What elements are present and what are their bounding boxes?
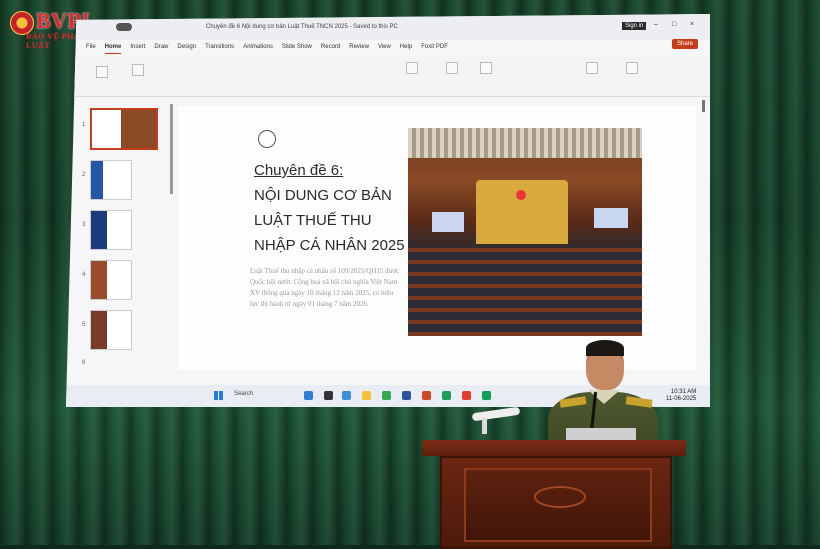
podium-panel (464, 468, 652, 542)
tab-file[interactable]: File (86, 44, 96, 54)
shapes-icon[interactable] (446, 62, 458, 74)
paste-icon[interactable] (96, 66, 108, 78)
slide-title-line: Chuyên đề 6: (254, 162, 344, 179)
slide-thumbnail[interactable] (90, 108, 158, 150)
tab-record[interactable]: Record (321, 44, 340, 54)
app-icon[interactable] (304, 391, 313, 400)
slide-title-line: NHẬP CÁ NHÂN 2025 (254, 237, 405, 254)
chrome-icon[interactable] (482, 391, 491, 400)
edge-icon[interactable] (342, 391, 351, 400)
slide-scrollbar[interactable] (702, 100, 705, 112)
clock-time: 10:31 AM (670, 389, 697, 395)
windows-start-icon[interactable] (214, 391, 223, 400)
sign-in-button[interactable]: Sign in (622, 22, 647, 30)
slide-thumbnail[interactable] (90, 160, 132, 200)
maximize-icon[interactable]: □ (672, 21, 676, 28)
new-slide-icon[interactable] (132, 64, 144, 76)
find-icon[interactable] (586, 62, 598, 74)
national-emblem (516, 190, 526, 200)
hall-dome (408, 128, 642, 158)
assembly-hall-photo (408, 128, 642, 336)
file-explorer-icon[interactable] (362, 391, 371, 400)
tab-draw[interactable]: Draw (154, 44, 168, 54)
laptop (566, 428, 636, 440)
slide-thumbnail[interactable] (90, 210, 132, 250)
taskbar-search[interactable]: Search (234, 391, 253, 397)
slide-canvas[interactable]: Chuyên đề 6: NỘI DUNG CƠ BẢN LUẬT THUẾ T… (178, 106, 696, 370)
wooden-podium (422, 440, 686, 549)
slide-thumbnail[interactable] (90, 310, 132, 350)
thumbnail-number: 6 (82, 360, 86, 366)
thumbnail-number: 1 (82, 122, 86, 128)
slide-thumbnail[interactable] (90, 260, 132, 300)
tab-home[interactable]: Home (104, 44, 122, 54)
hall-screen-left (432, 212, 464, 232)
podium-carving (534, 486, 586, 508)
share-button[interactable]: Share (672, 39, 699, 49)
tab-help[interactable]: Help (400, 44, 412, 54)
slide-body-text: Luật Thuế thu nhập cá nhân số 109/2025/Q… (250, 267, 400, 308)
lamp-stem (482, 418, 487, 434)
font-color-icon[interactable] (406, 62, 418, 74)
app-icon[interactable] (324, 391, 333, 400)
slide-title: Chuyên đề 6: NỘI DUNG CƠ BẢN LUẬT THUẾ T… (254, 158, 414, 258)
add-ins-icon[interactable] (626, 62, 638, 74)
close-icon[interactable]: × (690, 21, 694, 28)
podium-top (422, 440, 686, 456)
arrange-icon[interactable] (480, 62, 492, 74)
tab-transitions[interactable]: Transitions (205, 44, 234, 54)
minimize-icon[interactable]: – (654, 21, 658, 28)
app-icon[interactable] (462, 391, 471, 400)
tab-foxit-pdf[interactable]: Foxit PDF (421, 44, 448, 54)
app-icon[interactable] (382, 391, 391, 400)
desk-lamp (471, 406, 524, 434)
thumbnail-number: 2 (82, 172, 86, 178)
thumbnail-number: 3 (82, 222, 86, 228)
powerpoint-icon[interactable] (422, 391, 431, 400)
thumbnail-scrollbar[interactable] (170, 104, 173, 194)
tab-design[interactable]: Design (177, 44, 196, 54)
thumbnail-number: 5 (82, 322, 86, 328)
tab-animations[interactable]: Animations (243, 44, 273, 54)
document-title: Chuyên đề 6 Nội dung cơ bản Luật Thuế TN… (206, 24, 398, 30)
thumbnail-number: 4 (82, 272, 86, 278)
clock-date: 11-06-2025 (666, 396, 697, 402)
word-icon[interactable] (402, 391, 411, 400)
hall-screen-right (594, 208, 628, 228)
hall-seats (408, 248, 642, 336)
taskbar-clock[interactable]: 10:31 AM 11-06-2025 (666, 389, 696, 403)
ribbon-toolbar (66, 56, 710, 97)
speaker-hair (586, 340, 624, 356)
slide-thumbnail-pane: 1 2 3 4 5 6 (66, 98, 166, 368)
autosave-toggle[interactable] (116, 23, 132, 31)
podium-front (440, 456, 672, 549)
tab-review[interactable]: Review (349, 44, 369, 54)
ribbon-tabs: File Home Insert Draw Design Transitions… (86, 44, 448, 54)
excel-icon[interactable] (442, 391, 451, 400)
slide-title-line: LUẬT THUẾ THU (254, 212, 372, 229)
tab-insert[interactable]: Insert (130, 44, 145, 54)
emblem-icon (258, 130, 276, 148)
tab-slide-show[interactable]: Slide Show (282, 44, 312, 54)
lamp-head (471, 406, 521, 422)
tab-view[interactable]: View (378, 44, 391, 54)
slide-title-line: NỘI DUNG CƠ BẢN (254, 187, 392, 204)
